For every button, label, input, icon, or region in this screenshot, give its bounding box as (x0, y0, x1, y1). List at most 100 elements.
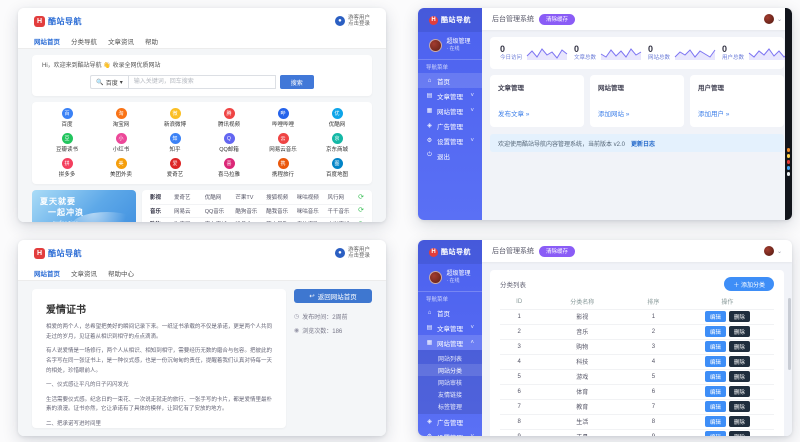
search-button[interactable]: 搜索 (280, 75, 314, 89)
topbar-avatar[interactable] (764, 14, 774, 24)
app-shortcut[interactable]: 豆豆瓣读书 (40, 133, 94, 153)
user-box[interactable]: ● 游客用户 点击登录 (335, 247, 370, 260)
link-category[interactable]: 购物 (150, 220, 174, 222)
link-item[interactable]: 京东商城 (205, 220, 236, 222)
app-shortcut[interactable]: 百百度 (40, 108, 94, 128)
edit-button[interactable]: 编辑 (705, 416, 726, 427)
edit-button[interactable]: 编辑 (705, 401, 726, 412)
delete-button[interactable]: 删除 (729, 431, 750, 436)
delete-button[interactable]: 删除 (729, 326, 750, 337)
admin-logo[interactable]: H 酷站导航 (418, 8, 482, 32)
link-item[interactable]: 千千音乐 (327, 207, 358, 215)
link-item[interactable]: 酷我音乐 (266, 207, 297, 215)
nav-item-articles[interactable]: 文章资讯 (71, 268, 97, 278)
submenu-item-site-review[interactable]: 网站审核 (418, 376, 482, 388)
refresh-icon[interactable]: ⟳ (358, 194, 364, 201)
sidebar-item-settings[interactable]: ⚙ 设置管理 ˅ (418, 133, 482, 148)
submenu-item-tags[interactable]: 标签管理 (418, 400, 482, 412)
app-shortcut[interactable]: 爱爱奇艺 (148, 158, 202, 178)
site-logo[interactable]: H 酷站导航 (34, 248, 82, 259)
delete-button[interactable]: 删除 (729, 356, 750, 367)
edit-button[interactable]: 编辑 (705, 356, 726, 367)
nav-item-articles[interactable]: 文章资讯 (108, 36, 134, 46)
nav-item-help[interactable]: 帮助中心 (108, 268, 134, 278)
caret-down-icon[interactable]: ⌄ (777, 16, 782, 23)
add-category-button[interactable]: ＋ 添加分类 (724, 277, 774, 291)
sidebar-item-home[interactable]: ⌂ 首页 (418, 73, 482, 88)
app-shortcut[interactable]: 知知乎 (148, 133, 202, 153)
delete-button[interactable]: 删除 (729, 416, 750, 427)
admin-logo[interactable]: H 酷站导航 (418, 240, 482, 264)
refresh-icon[interactable]: ⟳ (358, 221, 364, 222)
delete-button[interactable]: 删除 (729, 341, 750, 352)
link-item[interactable]: 优酷网 (205, 193, 236, 201)
app-shortcut[interactable]: 携携程旅行 (256, 158, 310, 178)
app-shortcut[interactable]: 腾腾讯视频 (202, 108, 256, 128)
link-item[interactable]: 芒果TV (235, 193, 266, 201)
sidebar-item-articles[interactable]: ▤ 文章管理 ˅ (418, 88, 482, 103)
caret-down-icon[interactable]: ⌄ (777, 248, 782, 255)
search-input[interactable] (128, 75, 276, 89)
submenu-item-site-list[interactable]: 网站列表 (418, 352, 482, 364)
link-category[interactable]: 音乐 (150, 207, 174, 215)
link-item[interactable]: 唯品会 (235, 220, 266, 222)
notice-link[interactable]: 更新日志 (631, 142, 655, 148)
user-login-link[interactable]: 点击登录 (348, 21, 370, 27)
app-shortcut[interactable]: 哔哔哩哔哩 (256, 108, 310, 128)
edit-button[interactable]: 编辑 (705, 386, 726, 397)
link-item[interactable]: 苏宁易购 (266, 220, 297, 222)
link-item[interactable]: 咪咕音乐 (297, 207, 328, 215)
app-shortcut[interactable]: 优优酷网 (310, 108, 364, 128)
sidebar-item-ads[interactable]: ◈ 广告管理 (418, 414, 482, 429)
link-item[interactable]: 网易云 (174, 207, 205, 215)
link-item[interactable]: 淘宝网 (174, 220, 205, 222)
edit-button[interactable]: 编辑 (705, 371, 726, 382)
sidebar-item-logout[interactable]: ⏻ 退出 (418, 148, 482, 163)
app-shortcut[interactable]: 拼拼多多 (40, 158, 94, 178)
card-link[interactable]: 添加用户 » (698, 108, 729, 118)
user-login-link[interactable]: 点击登录 (348, 253, 370, 259)
link-item[interactable]: QQ音乐 (205, 207, 236, 215)
edit-button[interactable]: 编辑 (705, 311, 726, 322)
app-shortcut[interactable]: 云网易云音乐 (256, 133, 310, 153)
link-item[interactable]: 酷狗音乐 (235, 207, 266, 215)
submenu-item-friend-links[interactable]: 友情链接 (418, 388, 482, 400)
app-shortcut[interactable]: 淘淘宝网 (94, 108, 148, 128)
link-item[interactable]: 小米商城 (327, 220, 358, 222)
back-home-button[interactable]: ↩ 返回网站首页 (294, 289, 372, 303)
nav-item-help[interactable]: 帮助 (145, 36, 158, 46)
app-shortcut[interactable]: 微新浪微博 (148, 108, 202, 128)
search-engine-select[interactable]: 🔍 百度 ▾ (90, 75, 128, 89)
site-logo[interactable]: H 酷站导航 (34, 16, 82, 27)
app-shortcut[interactable]: 喜喜马拉雅 (202, 158, 256, 178)
sidebar-item-sites[interactable]: ▦ 网站管理 ˅ (418, 103, 482, 118)
promo-banner[interactable]: 夏天就要 一起冲浪 · Surfing Time · (32, 190, 136, 222)
card-link[interactable]: 发布文章 » (498, 108, 529, 118)
user-box[interactable]: ● 游客用户 点击登录 (335, 15, 370, 28)
sidebar-item-settings[interactable]: ⚙ 设置管理 ˅ (418, 429, 482, 436)
app-shortcut[interactable]: QQQ邮箱 (202, 133, 256, 153)
app-shortcut[interactable]: 京京东商城 (310, 133, 364, 153)
delete-button[interactable]: 删除 (729, 386, 750, 397)
app-shortcut[interactable]: 美美团外卖 (94, 158, 148, 178)
nav-item-categories[interactable]: 分类导航 (71, 36, 97, 46)
submenu-item-site-categories[interactable]: 网站分类 (418, 364, 482, 376)
delete-button[interactable]: 删除 (729, 371, 750, 382)
nav-item-home[interactable]: 网站首页 (34, 36, 60, 46)
link-item[interactable]: 考拉海购 (297, 220, 328, 222)
delete-button[interactable]: 删除 (729, 311, 750, 322)
clear-cache-button[interactable]: 清除缓存 (539, 246, 575, 257)
link-item[interactable]: 搜狐视频 (266, 193, 297, 201)
sidebar-item-ads[interactable]: ◈ 广告管理 (418, 118, 482, 133)
topbar-avatar[interactable] (764, 246, 774, 256)
sidebar-item-home[interactable]: ⌂ 首页 (418, 305, 482, 320)
app-shortcut[interactable]: 图百度地图 (310, 158, 364, 178)
nav-item-home[interactable]: 网站首页 (34, 268, 60, 278)
delete-button[interactable]: 删除 (729, 401, 750, 412)
app-shortcut[interactable]: 小小红书 (94, 133, 148, 153)
link-item[interactable]: 咪咕视频 (297, 193, 328, 201)
sidebar-item-sites[interactable]: ▦ 网站管理 ˄ (418, 335, 482, 350)
sidebar-item-articles[interactable]: ▤ 文章管理 ˅ (418, 320, 482, 335)
clear-cache-button[interactable]: 清除缓存 (539, 14, 575, 25)
edit-button[interactable]: 编辑 (705, 326, 726, 337)
